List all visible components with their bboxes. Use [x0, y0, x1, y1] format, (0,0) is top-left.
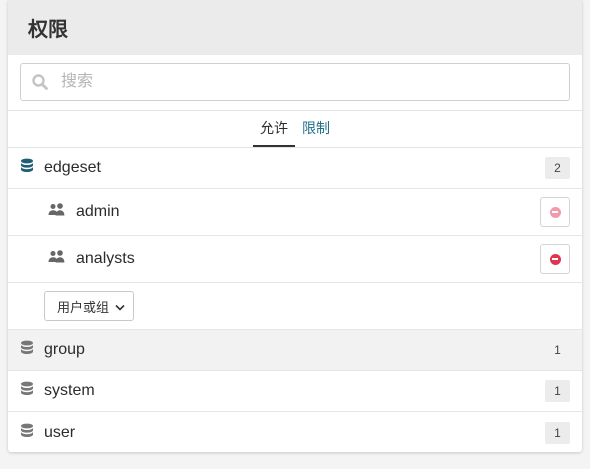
tab-bar: 允许 限制 — [8, 111, 582, 148]
count-badge: 1 — [545, 421, 570, 444]
select-label: 用户或组 — [57, 299, 110, 315]
permissions-panel: 权限 允许 限制 edgeset 2 — [8, 0, 582, 452]
principal-row-analysts: analysts — [8, 236, 582, 283]
user-or-group-select[interactable]: 用户或组 — [44, 291, 135, 321]
minus-circle-icon — [549, 253, 561, 265]
users-icon — [48, 202, 66, 222]
database-name: group — [44, 341, 85, 358]
principal-row-admin: admin — [8, 189, 582, 236]
principal-name: admin — [76, 203, 120, 220]
database-icon — [20, 158, 34, 178]
users-icon — [48, 249, 66, 269]
chevron-down-icon — [115, 299, 125, 314]
search-section — [8, 55, 582, 111]
count-badge: 1 — [545, 380, 570, 402]
database-row-edgeset[interactable]: edgeset 2 — [8, 148, 582, 189]
remove-analysts-button[interactable] — [540, 244, 570, 274]
panel-title: 权限 — [8, 0, 582, 55]
database-row-group[interactable]: group 1 — [8, 330, 582, 371]
tab-restrict[interactable]: 限制 — [295, 111, 337, 147]
minus-circle-icon — [549, 206, 561, 218]
database-icon — [20, 381, 34, 401]
count-badge: 1 — [554, 343, 561, 357]
database-icon — [20, 423, 34, 443]
tab-allow[interactable]: 允许 — [253, 111, 295, 147]
principal-name: analysts — [76, 250, 135, 267]
count-badge: 2 — [545, 157, 570, 179]
search-icon — [21, 73, 59, 91]
database-name: user — [44, 423, 76, 441]
add-principal-row: 用户或组 — [8, 283, 582, 330]
database-row-system[interactable]: system 1 — [8, 371, 582, 412]
remove-admin-button[interactable] — [540, 197, 570, 227]
search-box — [20, 63, 570, 101]
database-name: system — [44, 382, 95, 399]
database-name: edgeset — [44, 159, 101, 176]
database-icon — [20, 340, 34, 360]
search-input[interactable] — [59, 72, 569, 92]
database-row-user[interactable]: user 1 — [8, 412, 582, 452]
